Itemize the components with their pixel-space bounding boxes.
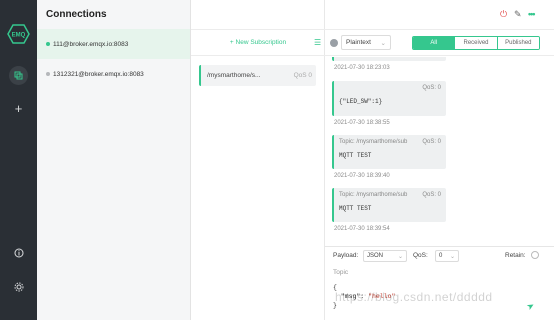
message-bubble: Topic: /mysmarthome/sub QoS: 0 MQTT TEST	[332, 135, 446, 169]
message-toolbar: ☰ Plaintext ⌄ All Received Published	[314, 29, 554, 56]
subscription-topic: /mysmarthome/s...	[207, 72, 261, 79]
send-icon[interactable]: ➤	[525, 300, 537, 313]
message-qos: QoS: 0	[422, 139, 441, 145]
status-dot-disconnected	[46, 72, 50, 76]
disconnect-icon[interactable]: ⏻	[500, 9, 507, 20]
connection-item-1312321[interactable]: 1312321@broker.emqx.io:8083	[37, 59, 190, 89]
emq-logo[interactable]: EMQ	[7, 24, 30, 44]
clear-icon[interactable]	[330, 39, 338, 47]
more-icon[interactable]: •••	[528, 9, 536, 19]
info-icon	[14, 248, 23, 257]
connections-title: Connections	[46, 9, 107, 20]
connection-label: 1312321@broker.emqx.io:8083	[53, 70, 144, 78]
menu-icon[interactable]: ☰	[314, 38, 321, 47]
gear-icon	[14, 282, 23, 291]
message-payload: {"LED_SW":1}	[339, 98, 383, 105]
status-dot-connected	[46, 42, 50, 46]
message-bubble	[332, 57, 446, 61]
qos-select[interactable]: 0 ⌄	[435, 250, 459, 262]
format-select[interactable]: Plaintext ⌄	[341, 35, 391, 50]
copy-icon	[14, 71, 23, 80]
new-subscription-button[interactable]: + New Subscription	[191, 29, 325, 56]
message-qos: QoS: 0	[422, 85, 441, 91]
format-value: Plaintext	[346, 39, 371, 46]
message-time: 2021-07-30 18:39:54	[334, 226, 390, 232]
about-button[interactable]	[9, 243, 28, 262]
left-rail: EMQ +	[0, 0, 37, 320]
chevron-down-icon: ⌄	[397, 253, 403, 260]
edit-icon[interactable]: ✎	[514, 9, 522, 20]
svg-text:EMQ: EMQ	[12, 33, 26, 39]
subscription-item[interactable]: /mysmarthome/s... QoS 0	[199, 65, 316, 86]
plus-icon: +	[14, 101, 23, 116]
message-list: 2021-07-30 18:23:03 QoS: 0 {"LED_SW":1} …	[325, 57, 554, 246]
watermark: https://blog.csdn.net/ddddd	[335, 290, 493, 304]
filter-published[interactable]: Published	[496, 37, 539, 49]
settings-button[interactable]	[9, 277, 28, 296]
subscriptions-panel: + New Subscription /mysmarthome/s... QoS…	[191, 0, 325, 320]
qos-value: 0	[439, 253, 443, 259]
payload-label: Payload:	[333, 252, 359, 259]
compose-panel: Payload: JSON ⌄ QoS: 0 ⌄ Retain: Topic {…	[325, 246, 554, 320]
message-time: 2021-07-30 18:39:40	[334, 173, 390, 179]
message-time: 2021-07-30 18:38:55	[334, 120, 390, 126]
connection-item-111[interactable]: 111@broker.emqx.io:8083	[37, 29, 190, 59]
message-payload: MQTT TEST	[339, 152, 372, 159]
chevron-down-icon: ⌄	[449, 253, 455, 260]
message-bubble: QoS: 0 {"LED_SW":1}	[332, 81, 446, 116]
message-payload: MQTT TEST	[339, 205, 372, 212]
message-topic: Topic: /mysmarthome/sub	[339, 192, 408, 198]
message-topic: Topic: /mysmarthome/sub	[339, 139, 408, 145]
subscription-qos: QoS 0	[293, 72, 312, 79]
message-filter: All Received Published	[412, 36, 540, 50]
message-time: 2021-07-30 18:23:03	[334, 65, 390, 71]
payload-format-select[interactable]: JSON ⌄	[363, 250, 407, 262]
message-panel: ☰ Plaintext ⌄ All Received Published 202…	[314, 29, 554, 320]
retain-label: Retain:	[505, 252, 526, 259]
connections-panel: Connections 111@broker.emqx.io:8083 1312…	[37, 0, 191, 320]
new-connection-button[interactable]: +	[9, 99, 28, 118]
topic-input[interactable]: Topic	[333, 269, 348, 276]
filter-received[interactable]: Received	[454, 37, 497, 49]
chevron-down-icon: ⌄	[380, 39, 386, 47]
retain-checkbox[interactable]	[531, 251, 539, 259]
qos-label: QoS:	[413, 252, 428, 259]
connections-nav-button[interactable]	[9, 66, 28, 85]
filter-all[interactable]: All	[413, 37, 455, 49]
connection-label: 111@broker.emqx.io:8083	[53, 40, 129, 48]
payload-format-value: JSON	[367, 253, 384, 259]
message-bubble: Topic: /mysmarthome/sub QoS: 0 MQTT TEST	[332, 188, 446, 222]
message-qos: QoS: 0	[422, 192, 441, 198]
